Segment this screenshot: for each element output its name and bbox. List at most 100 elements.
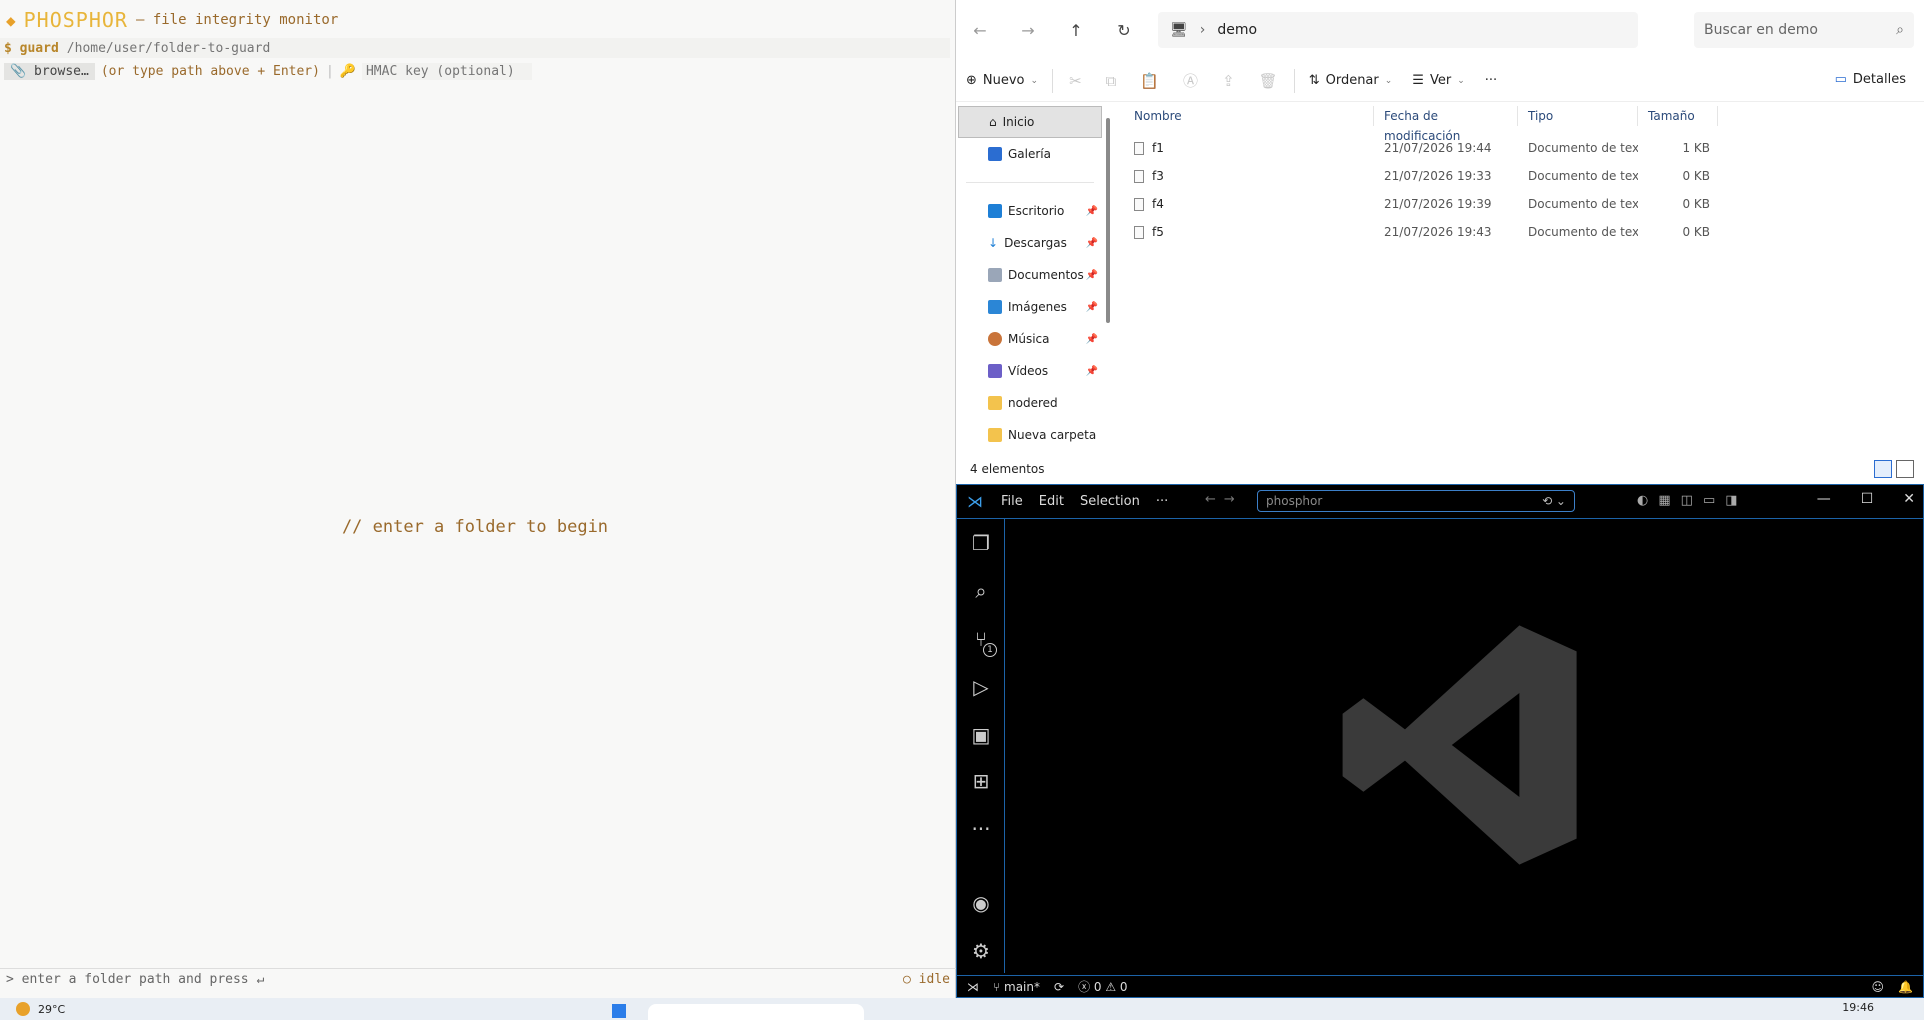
forward-arrow-icon[interactable]: →: [1004, 21, 1052, 40]
menu-more[interactable]: ···: [1148, 494, 1176, 509]
pin-icon: 📌: [1085, 237, 1098, 249]
details-button[interactable]: ▭ Detalles: [1835, 72, 1906, 87]
copilot-icon[interactable]: ⟲ ⌄: [1542, 494, 1566, 508]
file-name: f5: [1152, 225, 1164, 239]
view-button[interactable]: ☰ Ver ⌄: [1402, 73, 1474, 88]
browse-button[interactable]: 📎 browse…: [4, 62, 95, 80]
file-row[interactable]: f5 21/07/2026 19:43 Documento de tex... …: [1124, 218, 1924, 246]
sidebar-item-documentos[interactable]: Documentos 📌: [956, 259, 1104, 291]
file-row[interactable]: f4 21/07/2026 19:39 Documento de tex... …: [1124, 190, 1924, 218]
search-icon: ⌕: [1896, 22, 1904, 38]
folder-path-input[interactable]: [66, 40, 667, 56]
sidebar-item-inicio[interactable]: ⌂ Inicio: [958, 106, 1102, 138]
sidebar-item-label: Vídeos: [1008, 364, 1049, 378]
app-brand: PHOSPHOR: [23, 8, 128, 32]
sidebar-item-videos[interactable]: Vídeos 📌: [956, 355, 1104, 387]
problems-indicator[interactable]: ⓧ 0 ⚠ 0: [1078, 978, 1128, 995]
branch-indicator[interactable]: ⑂ main*: [993, 980, 1040, 994]
phosphor-status-bar: > enter a folder path and press ↵ ○ idle: [0, 968, 956, 990]
run-debug-icon[interactable]: ▷: [957, 675, 1005, 699]
column-header-size[interactable]: Tamaño: [1638, 106, 1718, 126]
new-label: Nuevo: [982, 73, 1025, 88]
sidebar-item-galeria[interactable]: Galería: [956, 138, 1104, 170]
address-bar[interactable]: 🖥 › demo: [1158, 12, 1638, 48]
accounts-circle-icon[interactable]: ◐: [1637, 493, 1648, 508]
minimize-icon[interactable]: —: [1817, 491, 1831, 507]
file-size: 0 KB: [1682, 197, 1710, 211]
rename-icon[interactable]: Ⓐ: [1171, 70, 1210, 91]
breadcrumb-current[interactable]: demo: [1217, 22, 1257, 38]
file-row[interactable]: f1 21/07/2026 19:44 Documento de tex... …: [1124, 134, 1924, 162]
remote-explorer-icon[interactable]: ▣: [957, 723, 1005, 747]
windows-start-icon[interactable]: [612, 1004, 626, 1018]
toggle-panel-icon[interactable]: ▭: [1703, 493, 1715, 508]
account-icon[interactable]: ◉: [957, 891, 1005, 915]
vscode-window: ⋊ File Edit Selection ··· ←→ phosphor ⟲ …: [956, 484, 1924, 998]
hmac-key-input[interactable]: [361, 62, 532, 80]
column-header-type[interactable]: Tipo: [1518, 106, 1638, 126]
toggle-secondary-sidebar-icon[interactable]: ◨: [1725, 493, 1737, 508]
sidebar-item-label: Inicio: [1002, 115, 1035, 129]
bell-icon[interactable]: 🔔: [1898, 980, 1913, 994]
sidebar-item-label: Música: [1008, 332, 1050, 346]
sidebar-item-descargas[interactable]: ↓ Descargas 📌: [956, 227, 1104, 259]
toggle-sidebar-icon[interactable]: ◫: [1681, 493, 1693, 508]
extensions-icon[interactable]: ⊞: [957, 769, 1005, 793]
paste-icon[interactable]: 📋: [1128, 72, 1171, 90]
text-file-icon: [1134, 141, 1144, 155]
search-icon[interactable]: ⌕: [957, 579, 1005, 603]
sidebar-scrollbar[interactable]: [1106, 118, 1110, 323]
tiles-view-icon[interactable]: [1896, 460, 1914, 478]
forward-arrow-icon[interactable]: →: [1224, 492, 1243, 507]
details-view-icon[interactable]: [1874, 460, 1892, 478]
explorer-files-icon[interactable]: ❐: [957, 531, 1005, 555]
sidebar-item-escritorio[interactable]: Escritorio 📌: [956, 195, 1104, 227]
column-header-modified[interactable]: Fecha de modificación: [1374, 106, 1518, 143]
taskbar-search[interactable]: [648, 1004, 864, 1020]
more-options-button[interactable]: ···: [1475, 73, 1507, 88]
sidebar-item-nodered[interactable]: nodered: [956, 387, 1104, 419]
command-center[interactable]: phosphor ⟲ ⌄: [1257, 490, 1575, 512]
more-views-icon[interactable]: ···: [957, 817, 1005, 841]
column-header-name[interactable]: Nombre: [1124, 106, 1374, 126]
back-arrow-icon[interactable]: ←: [956, 21, 1004, 40]
copy-icon[interactable]: ⧉: [1094, 72, 1129, 90]
sync-icon[interactable]: ⟳: [1054, 980, 1064, 994]
gear-icon[interactable]: ⚙: [957, 939, 1005, 963]
view-label: Ver: [1429, 73, 1452, 88]
new-button[interactable]: ⊕ Nuevo ⌄: [956, 73, 1048, 88]
sort-icon: ⇅: [1308, 73, 1320, 88]
divider: |: [325, 63, 334, 79]
sort-button[interactable]: ⇅ Ordenar ⌄: [1299, 73, 1403, 88]
sidebar-item-imagenes[interactable]: Imágenes 📌: [956, 291, 1104, 323]
maximize-icon[interactable]: ☐: [1861, 491, 1874, 507]
cut-icon[interactable]: ✂: [1057, 72, 1094, 90]
delete-icon[interactable]: 🗑: [1247, 72, 1290, 90]
remote-indicator-icon[interactable]: ⋊: [967, 980, 979, 994]
menu-file[interactable]: File: [993, 494, 1031, 509]
back-arrow-icon[interactable]: ←: [1205, 492, 1224, 507]
copilot-status-icon[interactable]: ☺: [1872, 980, 1885, 994]
file-name-cell: f1: [1124, 141, 1374, 155]
file-row[interactable]: f3 21/07/2026 19:33 Documento de tex... …: [1124, 162, 1924, 190]
key-icon: 🔑: [339, 63, 356, 79]
sidebar-item-nueva-carpeta[interactable]: Nueva carpeta: [956, 419, 1104, 451]
share-icon[interactable]: ⇪: [1210, 72, 1247, 90]
file-name-cell: f4: [1124, 197, 1374, 211]
sidebar-item-label: nodered: [1008, 396, 1058, 410]
up-arrow-icon[interactable]: ↑: [1052, 21, 1100, 40]
weather-widget[interactable]: 29°C: [16, 1002, 65, 1016]
sidebar-item-musica[interactable]: Música 📌: [956, 323, 1104, 355]
browse-label: browse…: [34, 63, 89, 79]
refresh-icon[interactable]: ↻: [1100, 21, 1148, 40]
clock[interactable]: 19:46: [1842, 1001, 1874, 1014]
file-name: f1: [1152, 141, 1164, 155]
layout-grid-icon[interactable]: ▦: [1658, 493, 1670, 508]
menu-edit[interactable]: Edit: [1031, 494, 1072, 509]
menu-selection[interactable]: Selection: [1072, 494, 1148, 509]
computer-icon: 🖥: [1170, 22, 1188, 38]
explorer-search-box[interactable]: Buscar en demo ⌕: [1694, 12, 1914, 48]
source-control-icon[interactable]: ⑂: [957, 627, 1005, 651]
close-icon[interactable]: ✕: [1903, 491, 1915, 507]
file-type: Documento de tex...: [1528, 169, 1638, 183]
